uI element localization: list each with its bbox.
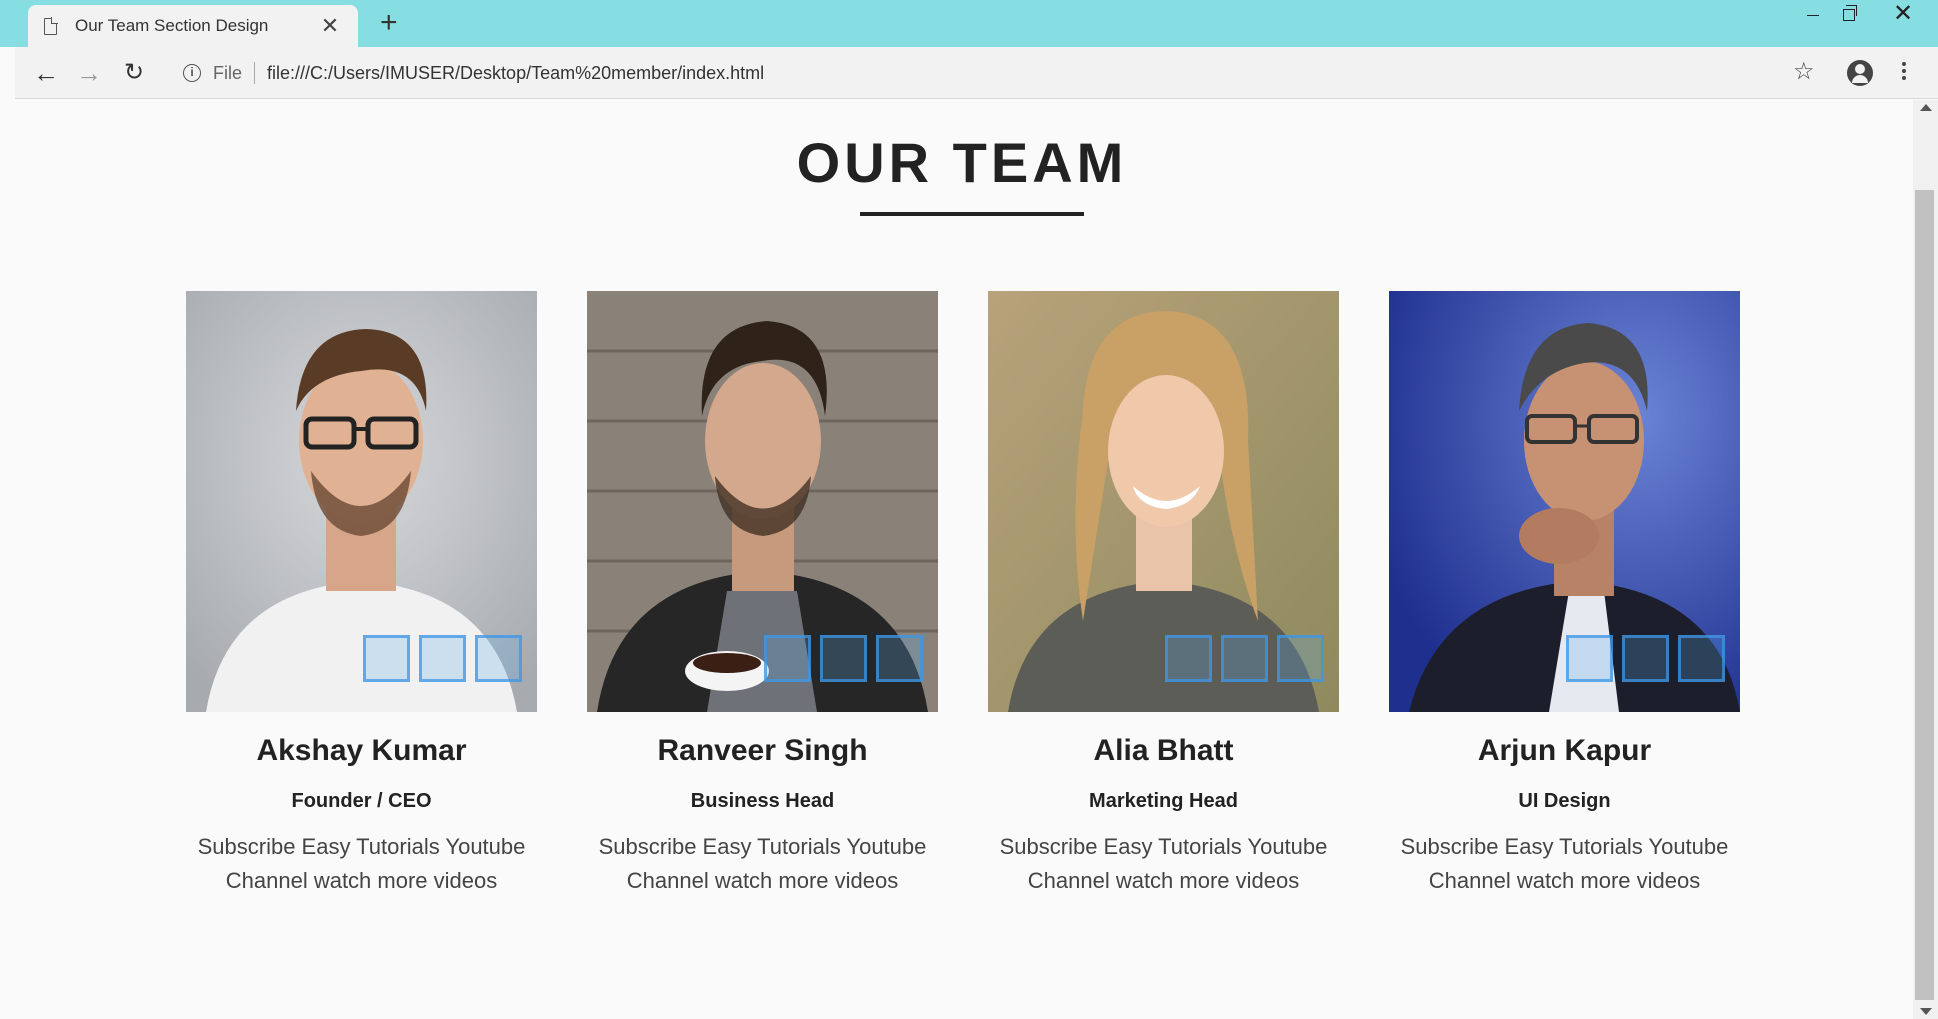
forward-button[interactable]: → xyxy=(73,57,105,89)
menu-icon[interactable] xyxy=(1899,59,1909,83)
social-icon[interactable] xyxy=(1622,635,1669,682)
close-window-button[interactable]: ✕ xyxy=(1880,0,1926,30)
title-underline xyxy=(860,212,1084,216)
browser-tab[interactable]: Our Team Section Design ✕ xyxy=(28,5,358,47)
browser-toolbar: ← → ↻ i File file:///C:/Users/IMUSER/Des… xyxy=(15,47,1938,99)
member-name: Ranveer Singh xyxy=(657,734,868,767)
member-photo xyxy=(988,291,1339,712)
member-role: UI Design xyxy=(1518,790,1611,812)
scroll-thumb[interactable] xyxy=(1915,190,1934,1000)
member-role: Business Head xyxy=(690,790,835,812)
member-name: Arjun Kapur xyxy=(1477,734,1652,767)
member-description: Subscribe Easy Tutorials Youtube Channel… xyxy=(1400,834,1729,893)
browser-titlebar: Our Team Section Design ✕ + ✕ xyxy=(0,0,1938,47)
back-button[interactable]: ← xyxy=(30,57,62,89)
social-icon[interactable] xyxy=(764,635,811,682)
social-links xyxy=(764,635,923,682)
social-links xyxy=(1165,635,1324,682)
social-icon[interactable] xyxy=(1566,635,1613,682)
social-icon[interactable] xyxy=(1221,635,1268,682)
document-icon xyxy=(44,16,58,35)
member-role: Marketing Head xyxy=(1089,790,1238,812)
member-description: Subscribe Easy Tutorials Youtube Channel… xyxy=(598,834,927,893)
tab-title: Our Team Section Design xyxy=(75,16,269,35)
member-role: Founder / CEO xyxy=(291,790,432,812)
social-links xyxy=(1566,635,1725,682)
social-icon[interactable] xyxy=(363,635,410,682)
address-bar[interactable]: i File file:///C:/Users/IMUSER/Desktop/T… xyxy=(165,53,1825,93)
team-card: Akshay Kumar Founder / CEO Subscribe Eas… xyxy=(186,291,537,898)
vertical-scrollbar[interactable] xyxy=(1913,100,1938,1019)
social-icon[interactable] xyxy=(1165,635,1212,682)
new-tab-button[interactable]: + xyxy=(380,8,398,38)
team-card: Ranveer Singh Business Head Subscribe Ea… xyxy=(587,291,938,898)
social-icon[interactable] xyxy=(876,635,923,682)
social-icon[interactable] xyxy=(1277,635,1324,682)
social-icon[interactable] xyxy=(475,635,522,682)
social-icon[interactable] xyxy=(820,635,867,682)
social-icon[interactable] xyxy=(1678,635,1725,682)
member-photo xyxy=(587,291,938,712)
member-name: Alia Bhatt xyxy=(1093,734,1234,767)
member-description: Subscribe Easy Tutorials Youtube Channel… xyxy=(999,834,1328,893)
restore-icon xyxy=(1843,5,1857,21)
scroll-up-arrow-icon[interactable] xyxy=(1920,104,1932,111)
minimize-icon xyxy=(1807,14,1819,16)
info-icon[interactable]: i xyxy=(183,64,201,82)
page-content: OUR TEAM Akshay Kumar Founder / CEO Subs… xyxy=(15,100,1913,1019)
member-photo xyxy=(186,291,537,712)
url-scheme: File xyxy=(213,62,243,83)
divider xyxy=(254,62,256,84)
member-name: Akshay Kumar xyxy=(256,734,467,767)
member-photo xyxy=(1389,291,1740,712)
close-tab-icon[interactable]: ✕ xyxy=(318,13,342,39)
member-description: Subscribe Easy Tutorials Youtube Channel… xyxy=(197,834,526,893)
account-icon[interactable] xyxy=(1847,60,1873,86)
social-icon[interactable] xyxy=(419,635,466,682)
team-card: Alia Bhatt Marketing Head Subscribe Easy… xyxy=(988,291,1339,898)
reload-button[interactable]: ↻ xyxy=(118,57,150,89)
team-card: Arjun Kapur UI Design Subscribe Easy Tut… xyxy=(1389,291,1740,898)
scroll-down-arrow-icon[interactable] xyxy=(1920,1008,1932,1015)
restore-button[interactable] xyxy=(1826,0,1872,30)
page-title: OUR TEAM xyxy=(796,131,1128,194)
social-links xyxy=(363,635,522,682)
url-text[interactable]: file:///C:/Users/IMUSER/Desktop/Team%20m… xyxy=(267,63,764,84)
bookmark-star-icon[interactable]: ☆ xyxy=(1793,59,1815,85)
